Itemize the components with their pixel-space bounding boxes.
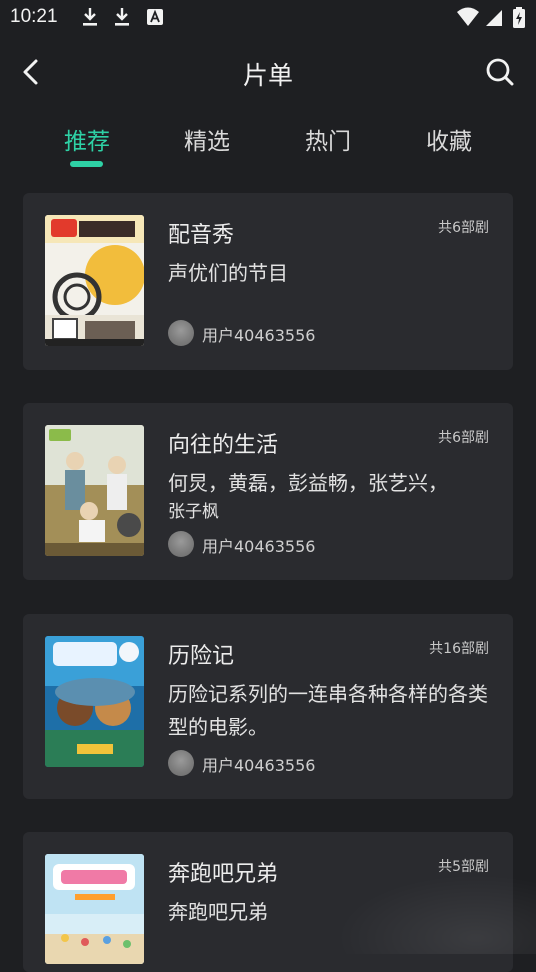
poster-image [45,425,144,556]
bottom-glow [336,874,536,954]
download-icon [83,8,97,26]
search-icon[interactable] [484,56,516,88]
card-description-line: 张子枫 [168,502,219,522]
card-title: 历险记 [168,644,235,669]
playlist-card[interactable]: 配音秀 共6部剧 声优们的节目 用户40463556 [23,193,513,370]
card-description-line: 何炅，黄磊，彭益畅，张艺兴， [168,471,448,495]
card-episode-count: 共6部剧 [438,220,489,236]
signal-icon [486,10,502,26]
battery-charging-icon [513,7,525,28]
card-episode-count: 共5部剧 [438,859,489,875]
card-title: 奔跑吧兄弟 [168,862,279,887]
tab-featured[interactable]: 精选 [162,122,252,156]
poster-image [45,636,144,767]
status-time: 10:21 [10,6,58,27]
download-icon [115,8,129,26]
tab-hot[interactable]: 热门 [283,122,373,156]
tab-favorites[interactable]: 收藏 [404,122,494,156]
card-episode-count: 共16部剧 [429,641,489,657]
card-title: 向往的生活 [168,433,279,458]
playlist-card[interactable]: 向往的生活 共6部剧 何炅，黄磊，彭益畅，张艺兴， 张子枫 用户40463556 [23,403,513,580]
tab-recommend[interactable]: 推荐 [42,122,132,156]
status-bar: 10:21 [0,0,536,36]
tab-bar: 推荐 精选 热门 收藏 [0,118,536,170]
avatar [168,320,194,346]
card-description: 何炅，黄磊，彭益畅，张艺兴， 张子枫 [168,467,488,524]
user-name: 用户40463556 [202,537,316,556]
card-description: 历险记系列的一连串各种各样的各类型的电影。 [168,682,488,739]
text-a-icon [147,9,163,25]
user-name: 用户40463556 [202,326,316,345]
page-title: 片单 [242,61,293,90]
card-description: 声优们的节目 [168,261,288,285]
tab-active-indicator [70,161,103,167]
card-title: 配音秀 [168,223,235,248]
poster-image [45,854,144,964]
card-episode-count: 共6部剧 [438,430,489,446]
user-name: 用户40463556 [202,756,316,775]
wifi-icon [457,7,479,26]
poster-image [45,215,144,346]
app-header: 片单 [0,44,536,100]
avatar [168,531,194,557]
playlist-card[interactable]: 历险记 共16部剧 历险记系列的一连串各种各样的各类型的电影。 用户404635… [23,614,513,799]
avatar [168,750,194,776]
